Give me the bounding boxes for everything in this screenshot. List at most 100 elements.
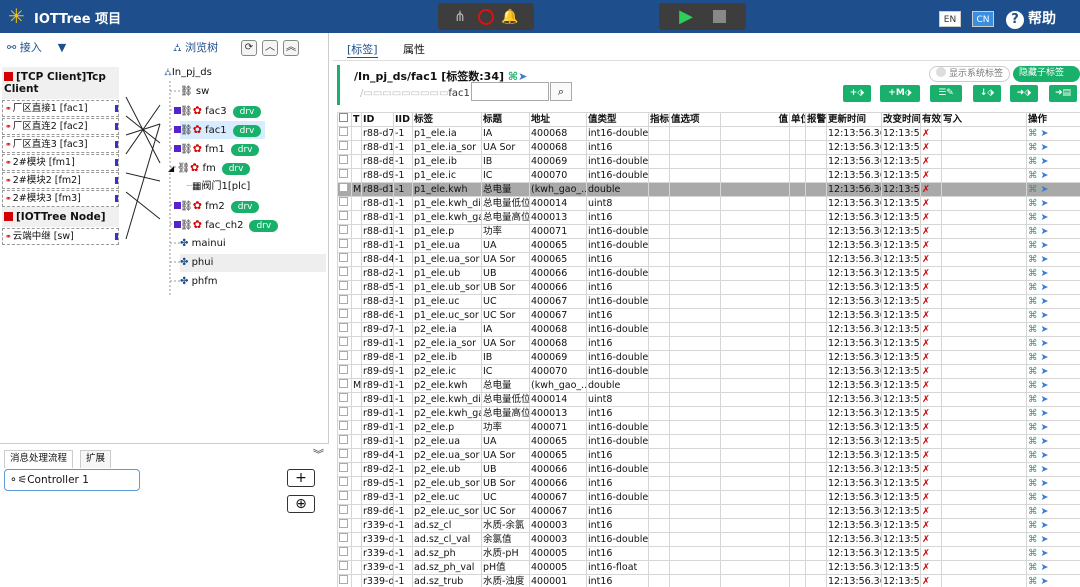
send-icon[interactable]: ➤: [1041, 366, 1049, 377]
tree-node-phfm[interactable]: ✤ phfm: [180, 273, 218, 291]
import-tags-button[interactable]: ↓⬗: [973, 85, 1001, 102]
search-input[interactable]: [471, 82, 549, 101]
row-checkbox[interactable]: [339, 393, 348, 402]
conn-item[interactable]: ⚭厂区直接1 [fac1]: [2, 100, 119, 117]
send-icon[interactable]: ➤: [1041, 562, 1049, 573]
bell-icon[interactable]: 🔔: [500, 7, 520, 27]
table-row[interactable]: r89-d5 -1 p2_ele.ub_sor UB Sor 400066 int16 12…: [337, 476, 1080, 491]
drv-badge[interactable]: drv: [232, 106, 262, 118]
table-row[interactable]: Mr88-d13-1p1_ele.kwh总电量(kwh_gao_...doubl…: [337, 182, 1080, 197]
row-checkbox[interactable]: [339, 463, 348, 472]
row-checkbox[interactable]: [339, 225, 348, 234]
attach-icon[interactable]: ⌘: [1028, 492, 1038, 503]
lang-cn-button[interactable]: CN: [972, 11, 994, 27]
table-row[interactable]: r339-d1-1ad.sz_trub水质-浊度400001int16 12:13…: [337, 574, 1080, 587]
attach-icon[interactable]: ⌘: [1028, 324, 1038, 335]
drv-badge[interactable]: drv: [230, 144, 260, 156]
table-row[interactable]: r89-d2 -1 p2_ele.ub UB 400066 int16-double 12:…: [337, 462, 1080, 477]
row-checkbox[interactable]: [339, 239, 348, 248]
tab-extension[interactable]: 扩展: [80, 450, 112, 468]
attach-icon[interactable]: ⌘: [1028, 198, 1038, 209]
collapse-all-button[interactable]: ︽: [283, 40, 299, 56]
tree-node-mainui[interactable]: ✤ mainui: [180, 235, 226, 253]
drv-badge[interactable]: drv: [230, 201, 260, 213]
attach-icon[interactable]: ⌘: [1028, 394, 1038, 405]
attach-icon[interactable]: ⌘: [1028, 380, 1038, 391]
share-icon[interactable]: ⋔: [450, 7, 470, 27]
table-row[interactable]: r88-d5 -1 p1_ele.ub_sor UB Sor 400066 int16 12…: [337, 280, 1080, 295]
collapse-up-button[interactable]: ︿: [262, 40, 278, 56]
send-icon[interactable]: ➤: [1041, 422, 1049, 433]
conn-item[interactable]: ⚭2#模块 [fm1]: [2, 154, 119, 171]
row-checkbox[interactable]: [339, 197, 348, 206]
table-row[interactable]: r88-d3 -1 p1_ele.uc UC 400067 int16-double 12:…: [337, 294, 1080, 309]
row-checkbox[interactable]: [339, 169, 348, 178]
lang-en-button[interactable]: EN: [939, 11, 961, 27]
attach-icon[interactable]: ⌘: [1028, 478, 1038, 489]
send-icon[interactable]: ➤: [1041, 142, 1049, 153]
attach-icon[interactable]: ⌘: [1028, 464, 1038, 475]
table-row[interactable]: r88-d4 -1 p1_ele.ua_sor UA Sor 400065 int16 12…: [337, 252, 1080, 267]
stop-icon[interactable]: [710, 7, 730, 27]
table-row[interactable]: r89-d3 -1 p2_ele.uc UC 400067 int16-double 12:…: [337, 490, 1080, 505]
attach-icon[interactable]: ⌘: [1028, 226, 1038, 237]
attach-icon[interactable]: ⌘: [1028, 142, 1038, 153]
table-row[interactable]: r88-d10-1p1_ele.p功率400071int16-double 12:…: [337, 224, 1080, 239]
table-row[interactable]: r339-d3-1ad.sz_cl水质-余氯400003int16 12:13:5…: [337, 518, 1080, 533]
table-row[interactable]: r89-d6 -1 p2_ele.uc_sor UC Sor 400067 int16 12…: [337, 504, 1080, 519]
tree-node-fm1[interactable]: ⛓✿ fm1 drv: [174, 140, 260, 158]
row-checkbox[interactable]: [339, 155, 348, 164]
attach-icon[interactable]: ⌘: [1028, 520, 1038, 531]
tree-port[interactable]: [174, 221, 181, 228]
send-icon[interactable]: ➤: [1041, 436, 1049, 447]
drv-badge[interactable]: drv: [221, 163, 251, 175]
tree-node-phui[interactable]: ✤ phui: [180, 254, 326, 272]
tab-message-flow[interactable]: 消息处理流程: [4, 450, 74, 468]
help-button[interactable]: ? 帮助: [1006, 8, 1056, 29]
table-row[interactable]: r89-d14-1p2_ele.ia_sorUA Sor400068int16 1…: [337, 336, 1080, 351]
send-icon[interactable]: ➤: [1041, 520, 1049, 531]
table-row[interactable]: r339-d6-1ad.sz_ph_valpH值400005int16-floa…: [337, 560, 1080, 575]
attach-icon[interactable]: ⌘: [1028, 156, 1038, 167]
table-row[interactable]: r89-d7 -1 p2_ele.ia IA 400068 int16-double 12:…: [337, 322, 1080, 337]
table-row[interactable]: r88-d7 -1 p1_ele.ia IA 400068 int16-double 12:…: [337, 126, 1080, 141]
column-header[interactable]: 地址: [529, 112, 587, 127]
table-row[interactable]: r88-d1 -1 p1_ele.ua UA 400065 int16-double 12:…: [337, 238, 1080, 253]
table-row[interactable]: r88-d2 -1 p1_ele.ub UB 400066 int16-double 12:…: [337, 266, 1080, 281]
drv-badge[interactable]: drv: [249, 220, 279, 232]
send-icon[interactable]: ➤: [1041, 534, 1049, 545]
send-icon[interactable]: ➤: [1041, 184, 1049, 195]
tree-node-valve[interactable]: ┈▦阀门1[plc]: [186, 178, 250, 196]
conn-item[interactable]: ⚭2#模块2 [fm2]: [2, 172, 119, 189]
row-checkbox[interactable]: [339, 323, 348, 332]
send-icon[interactable]: ➤: [1041, 548, 1049, 559]
attach-icon[interactable]: ⌘: [1028, 422, 1038, 433]
add-middle-tag-button[interactable]: +M⬗: [880, 85, 920, 102]
attach-icon[interactable]: ⌘: [1028, 576, 1038, 587]
tree-port[interactable]: [174, 202, 181, 209]
row-checkbox[interactable]: [339, 575, 348, 584]
column-header[interactable]: 值类型: [586, 112, 649, 127]
attach-icon[interactable]: ⌘: [1028, 408, 1038, 419]
send-icon[interactable]: ➤: [1041, 198, 1049, 209]
refresh-button[interactable]: ⟳: [241, 40, 257, 56]
row-checkbox[interactable]: [339, 533, 348, 542]
conn-item[interactable]: ⚭云端中继 [sw]: [2, 228, 119, 245]
attach-icon[interactable]: ⌘: [1028, 352, 1038, 363]
import-button[interactable]: ⊕: [287, 495, 315, 513]
row-checkbox[interactable]: [339, 295, 348, 304]
table-row[interactable]: r89-d4 -1 p2_ele.ua_sor UA Sor 400065 int16 12…: [337, 448, 1080, 463]
attach-icon[interactable]: ⌘: [1028, 240, 1038, 251]
controller-item[interactable]: ⚬⚟Controller 1: [4, 469, 140, 491]
tree-port[interactable]: [174, 145, 181, 152]
attach-icon[interactable]: ⌘: [1028, 506, 1038, 517]
send-icon[interactable]: ➤: [1041, 576, 1049, 587]
row-checkbox[interactable]: [339, 519, 348, 528]
column-header[interactable]: IID: [393, 112, 413, 127]
conn-item[interactable]: ⚭2#模块3 [fm3]: [2, 190, 119, 207]
table-row[interactable]: r89-d11-1p2_ele.kwh_gao总电量高位400013int16 1…: [337, 406, 1080, 421]
row-checkbox[interactable]: [339, 351, 348, 360]
connect-menu[interactable]: ⚯ 接入 ▼: [7, 39, 66, 55]
send-icon[interactable]: ➤: [1041, 380, 1049, 391]
tab-properties[interactable]: 属性: [403, 41, 425, 57]
